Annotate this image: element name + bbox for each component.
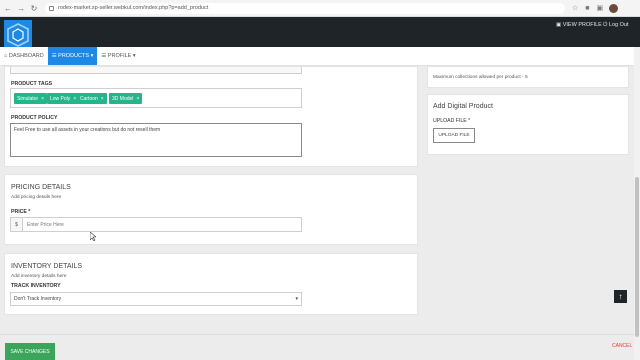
- scrollbar-thumb[interactable]: [635, 177, 639, 337]
- inventory-title: INVENTORY DETAILS: [11, 263, 83, 270]
- nav-profile[interactable]: ☰ PROFILE ▾: [97, 47, 139, 65]
- address-bar[interactable]: rodex-market.sp-seller.webkul.com/index.…: [45, 2, 565, 14]
- tag-chip: 3D Model ×: [109, 93, 143, 104]
- tag-label: Cartoon: [80, 95, 98, 102]
- pricing-desc: Add pricing details here: [11, 195, 62, 200]
- inventory-card: INVENTORY DETAILS Add inventory details …: [4, 253, 418, 315]
- pricing-title: PRICING DETAILS: [11, 184, 71, 191]
- extension-icon[interactable]: ▣: [597, 4, 604, 12]
- upload-file-label: UPLOAD FILE *: [433, 118, 471, 124]
- pricing-card: PRICING DETAILS Add pricing details here…: [4, 174, 418, 245]
- price-input[interactable]: [23, 218, 301, 231]
- remove-tag-icon[interactable]: ×: [136, 96, 139, 102]
- app-header: [0, 17, 640, 47]
- star-icon[interactable]: ☆: [572, 4, 578, 12]
- view-profile-link[interactable]: ▣ VIEW PROFILE: [556, 22, 602, 28]
- log-out-label: Log Out: [608, 22, 629, 28]
- main-nav: ⌂ DASHBOARD ☰ PRODUCTS ▾ ☰ PROFILE ▾: [0, 47, 640, 66]
- mouse-cursor-icon: [90, 232, 96, 241]
- product-tags-input[interactable]: Simulator × Low Poly × Cartoon × 3D Model ×: [10, 88, 302, 108]
- tag-chip: Cartoon ×: [77, 93, 107, 104]
- log-out-link[interactable]: ⏻ Log Out: [603, 22, 628, 29]
- product-tags-label: PRODUCT TAGS: [11, 81, 53, 87]
- store-logo-icon[interactable]: [4, 20, 32, 50]
- page-scrollbar[interactable]: [634, 47, 640, 360]
- remove-tag-icon[interactable]: ×: [101, 96, 104, 102]
- product-details-card: PRODUCT TAGS Simulator × Low Poly × Cartoo…: [4, 66, 418, 167]
- currency-addon: $: [11, 218, 23, 231]
- upload-file-button[interactable]: UPLOAD FILE: [433, 128, 475, 143]
- scroll-to-top-icon[interactable]: ↑: [614, 290, 627, 303]
- tag-chip: Simulator ×: [14, 93, 48, 104]
- tag-label: Simulator: [17, 95, 39, 102]
- nav-profile-label: PROFILE: [107, 53, 132, 59]
- price-field[interactable]: $: [10, 217, 302, 232]
- tag-label: 3D Model: [112, 95, 134, 102]
- chevron-down-icon: ▾: [295, 296, 298, 302]
- nav-products-label: PRODUCTS: [58, 53, 90, 59]
- footer-divider: [0, 334, 634, 335]
- nav-dashboard-label: DASHBOARD: [8, 53, 44, 59]
- tag-label: Low Poly: [50, 95, 71, 102]
- remove-tag-icon[interactable]: ×: [73, 96, 76, 102]
- track-inventory-select[interactable]: Don't Track Inventory ▾: [10, 292, 302, 306]
- nav-products[interactable]: ☰ PRODUCTS ▾: [47, 47, 98, 65]
- cancel-link[interactable]: CANCEL: [612, 343, 632, 349]
- digital-product-card: Add Digital Product UPLOAD FILE * UPLOAD…: [427, 94, 629, 155]
- inventory-desc: Add inventory details here: [11, 274, 67, 279]
- nav-dashboard[interactable]: ⌂ DASHBOARD: [0, 47, 48, 65]
- description-textarea-bottom[interactable]: [10, 67, 302, 74]
- url-text: rodex-market.sp-seller.webkul.com/index.…: [58, 5, 209, 11]
- forward-icon[interactable]: →: [16, 4, 26, 13]
- browser-toolbar: ← → ↻ rodex-market.sp-seller.webkul.com/…: [0, 0, 640, 17]
- back-icon[interactable]: ←: [3, 4, 13, 13]
- collections-note: Maximum collections allowed per product …: [433, 75, 528, 80]
- product-policy-textarea[interactable]: Feel Free to use all assets in your crea…: [10, 123, 302, 157]
- collections-card: Maximum collections allowed per product …: [427, 66, 629, 88]
- tag-chip: Low Poly ×: [47, 93, 80, 104]
- view-profile-label: VIEW PROFILE: [562, 22, 602, 28]
- price-label: PRICE *: [11, 209, 31, 215]
- product-policy-value: Feel Free to use all assets in your crea…: [14, 127, 161, 133]
- save-changes-button[interactable]: SAVE CHANGES: [5, 343, 55, 360]
- extension-icon[interactable]: ■: [585, 5, 589, 12]
- product-policy-label: PRODUCT POLICY: [11, 115, 58, 121]
- remove-tag-icon[interactable]: ×: [41, 96, 44, 102]
- browser-avatar[interactable]: [609, 3, 619, 13]
- digital-product-title: Add Digital Product: [433, 103, 493, 110]
- track-inventory-label: TRACK INVENTORY: [11, 283, 61, 289]
- track-inventory-value: Don't Track Inventory: [14, 296, 62, 302]
- reload-icon[interactable]: ↻: [29, 4, 39, 13]
- lock-icon: [49, 5, 54, 11]
